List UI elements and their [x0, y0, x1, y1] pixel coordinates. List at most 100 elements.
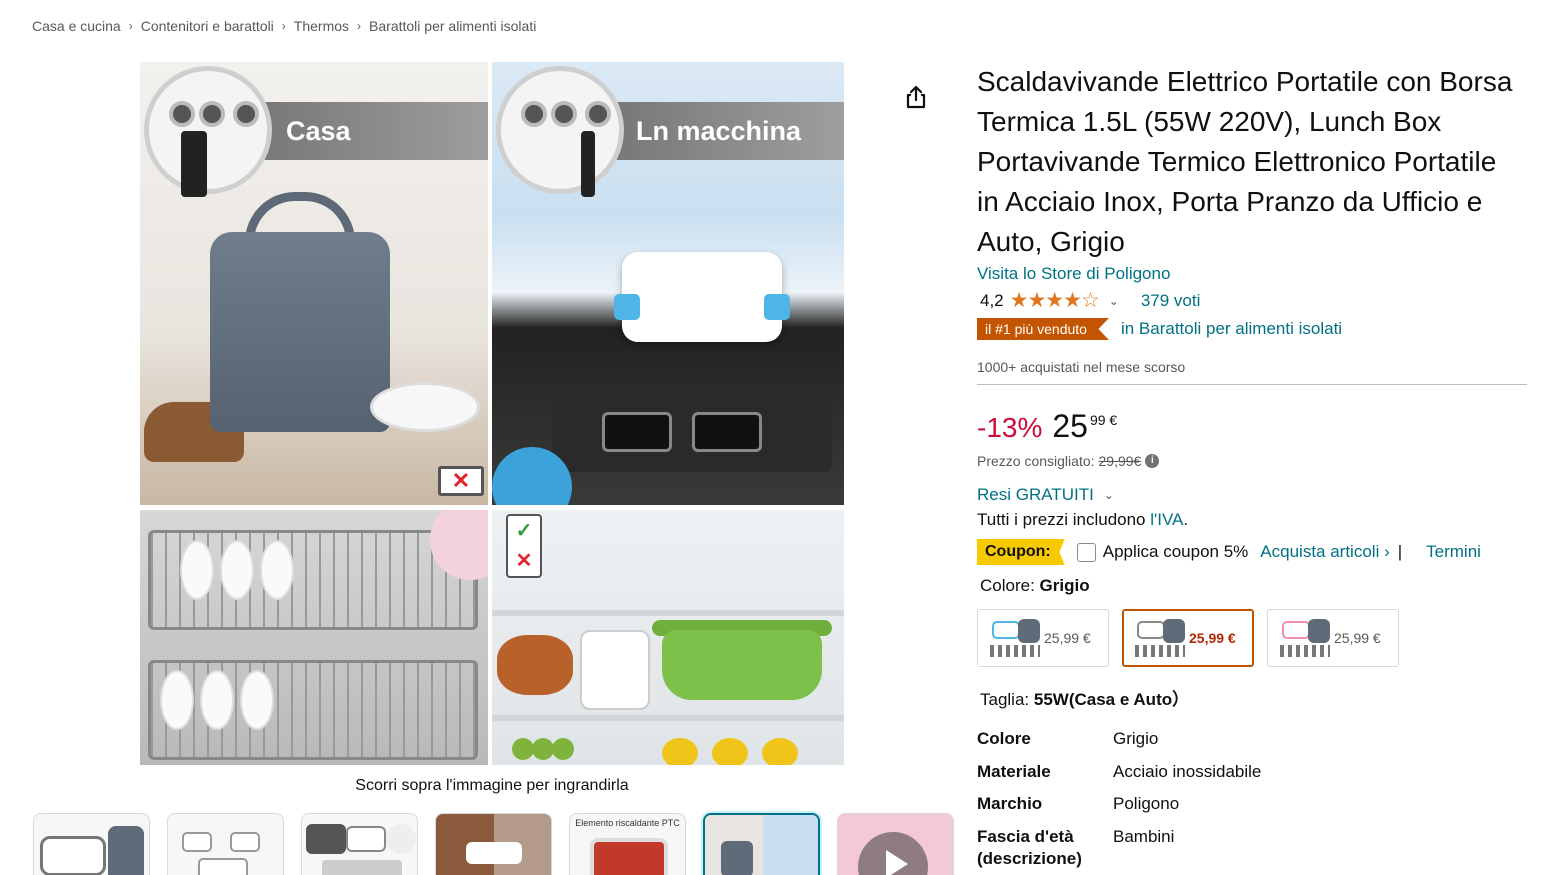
size-label-text: Taglia:: [980, 690, 1034, 709]
breadcrumb-barattoli[interactable]: Barattoli per alimenti isolati: [369, 18, 536, 34]
color-swatch-pink[interactable]: 25,99 €: [1267, 609, 1399, 667]
spec-value: Poligono: [1113, 794, 1180, 813]
price-row: -13% 25 99 €: [977, 406, 1117, 445]
image-panel-car: Ln macchina: [492, 62, 844, 505]
vat-note: Tutti i prezzi includono l'IVA.: [977, 510, 1188, 530]
vent: [692, 412, 762, 452]
dishwasher-rack: [148, 660, 478, 760]
color-swatch-blue[interactable]: 25,99 €: [977, 609, 1109, 667]
zoom-hint: Scorri sopra l'immagine per ingrandirla: [355, 777, 629, 794]
swatch-image: [988, 615, 1044, 661]
breadcrumb-casa-e-cucina[interactable]: Casa e cucina: [32, 18, 121, 34]
no-microwave-icon: ✕: [438, 466, 484, 496]
separator: |: [1397, 542, 1403, 561]
list-price-value: 29,99€: [1098, 453, 1142, 469]
swatch-price: 25,99 €: [1334, 630, 1381, 646]
info-icon[interactable]: i: [1145, 454, 1160, 468]
thumbnail-5[interactable]: Elemento riscaldante PTC: [569, 813, 686, 875]
breadcrumb-separator: ›: [357, 19, 362, 33]
color-swatches: 25,99 € 25,99 € 25,99 €: [977, 609, 1399, 667]
star-rating-icon[interactable]: ★★★★☆: [1010, 288, 1100, 313]
size-selected: 55W(Casa e Auto）: [1033, 690, 1190, 709]
spec-value: Grigio: [1113, 729, 1159, 748]
bestseller-row: il #1 più venduto in Barattoli per alime…: [977, 318, 1342, 340]
roast-chicken-image: [497, 635, 573, 695]
vat-link[interactable]: l'IVA: [1150, 510, 1183, 529]
breadcrumb-thermos[interactable]: Thermos: [294, 18, 349, 34]
apply-coupon-label[interactable]: Applica coupon 5%: [1103, 542, 1249, 562]
thumbnail-strip: Elemento riscaldante PTC: [33, 813, 954, 875]
free-returns-link[interactable]: Resi GRATUITI ⌄: [977, 485, 1114, 505]
coupon-badge: Coupon:: [977, 539, 1065, 565]
image-panel-home: Casa ✕: [140, 62, 488, 505]
free-returns-label: Resi GRATUITI: [977, 485, 1094, 504]
store-link[interactable]: Visita lo Store di Poligono: [977, 264, 1170, 284]
thumbnail-6-selected[interactable]: [703, 813, 820, 875]
apply-coupon-checkbox[interactable]: [1076, 542, 1096, 562]
bestseller-category-link[interactable]: in Barattoli per alimenti isolati: [1121, 319, 1342, 339]
color-label-text: Colore:: [980, 576, 1040, 595]
swatch-image: [1278, 615, 1334, 661]
spec-row: Colore Grigio: [977, 728, 1261, 750]
spec-key: Fascia d'età (descrizione): [977, 827, 1082, 868]
rating-value[interactable]: 4,2: [980, 291, 1004, 311]
product-title: Scaldavivande Elettrico Portatile con Bo…: [977, 66, 1513, 257]
car-plug-icon: [496, 66, 624, 197]
color-selected: Grigio: [1039, 576, 1090, 595]
price-whole: 25: [1052, 408, 1088, 444]
divider: [977, 384, 1527, 385]
list-price: Prezzo consigliato: 29,99€ i: [977, 453, 1160, 469]
breadcrumb: Casa e cucina › Contenitori e barattoli …: [32, 18, 536, 34]
fridge-check-icon: ✓ ✕: [506, 514, 542, 578]
breadcrumb-separator: ›: [128, 19, 133, 33]
coupon-row: Coupon: Applica coupon 5% Acquista artic…: [977, 539, 1481, 565]
size-label: Taglia: 55W(Casa e Auto）: [980, 685, 1189, 710]
lunchbox-image: [580, 630, 650, 710]
list-price-label: Prezzo consigliato:: [977, 453, 1095, 469]
swatch-image: [1133, 615, 1189, 661]
price-fraction: 99 €: [1089, 412, 1118, 428]
thumbnail-3[interactable]: [301, 813, 418, 875]
thumbnail-2[interactable]: [167, 813, 284, 875]
rating-count-link[interactable]: 379 voti: [1141, 291, 1201, 311]
spec-key: Colore: [977, 729, 1031, 748]
home-plug-icon: [144, 66, 272, 197]
bestseller-badge[interactable]: il #1 più venduto: [977, 318, 1109, 340]
main-product-image[interactable]: Casa ✕ Ln macchina ✓ ✕: [140, 62, 844, 765]
lunchbox-image: [614, 252, 790, 342]
breadcrumb-contenitori[interactable]: Contenitori e barattoli: [141, 18, 274, 34]
chevron-down-icon[interactable]: ⌄: [1109, 294, 1119, 308]
spec-value: Acciaio inossidabile: [1113, 762, 1262, 781]
vent: [602, 412, 672, 452]
spec-row: Materiale Acciaio inossidabile: [977, 761, 1261, 783]
plate-image: [370, 382, 480, 432]
swatch-price: 25,99 €: [1044, 630, 1091, 646]
vat-suffix: .: [1183, 510, 1189, 529]
green-pot-image: [662, 630, 822, 700]
chevron-down-icon: ⌄: [1103, 488, 1114, 502]
terms-link[interactable]: Termini: [1426, 542, 1481, 562]
thumbnail-caption: Elemento riscaldante PTC: [575, 818, 680, 828]
spec-key: Materiale: [977, 762, 1051, 781]
thermal-bag-image: [210, 232, 390, 432]
color-swatch-grey-selected[interactable]: 25,99 €: [1122, 609, 1254, 667]
thumbnail-1[interactable]: [33, 813, 150, 875]
rating-row: 4,2 ★★★★☆ ⌄ 379 voti: [980, 288, 1200, 313]
swatch-price: 25,99 €: [1189, 630, 1236, 646]
thumbnail-4[interactable]: [435, 813, 552, 875]
vat-prefix: Tutti i prezzi includono: [977, 510, 1151, 529]
spec-row: Fascia d'età (descrizione) Bambini: [977, 826, 1261, 870]
spec-key: Marchio: [977, 794, 1043, 813]
share-icon[interactable]: [903, 84, 929, 110]
bought-past-month: 1000+ acquistati nel mese scorso: [977, 359, 1186, 375]
color-label: Colore: Grigio: [980, 576, 1090, 596]
image-panel-fridge: ✓ ✕: [492, 510, 844, 765]
discount-percentage: -13%: [977, 412, 1043, 443]
breadcrumb-separator: ›: [281, 19, 286, 33]
spec-row: Marchio Poligono: [977, 793, 1261, 815]
shop-items-link[interactable]: Acquista articoli ›: [1260, 542, 1389, 562]
spec-value: Bambini: [1113, 827, 1175, 846]
image-panel-dishwasher: [140, 510, 488, 765]
product-specs: Colore Grigio Materiale Acciaio inossida…: [977, 728, 1261, 870]
thumbnail-video[interactable]: [837, 813, 954, 875]
